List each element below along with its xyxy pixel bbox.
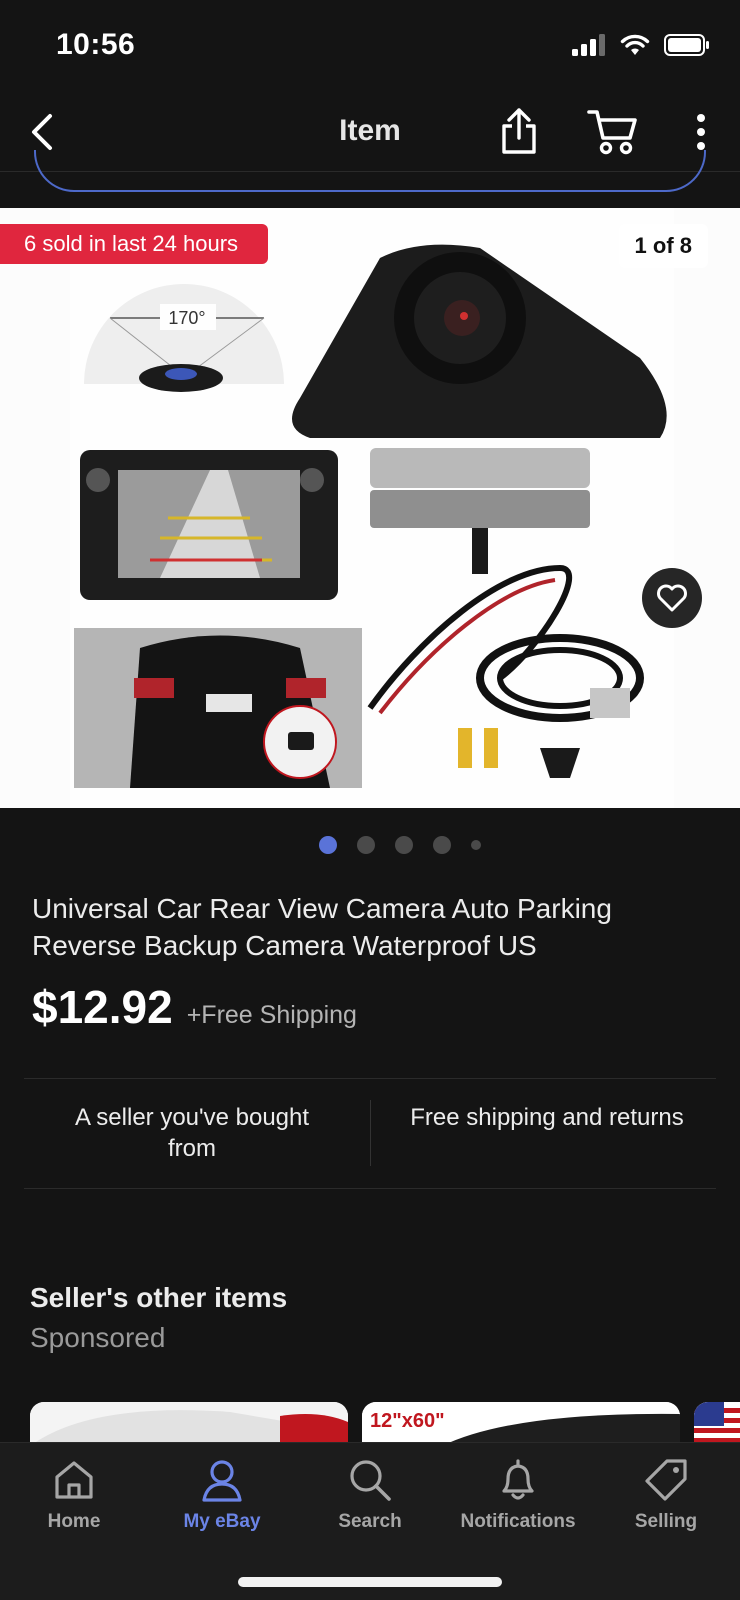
watch-button[interactable]: [642, 568, 702, 628]
tag-icon: [645, 1459, 687, 1501]
wifi-icon: [620, 34, 650, 55]
feature-separator: [370, 1100, 371, 1166]
tab-selling[interactable]: Selling: [592, 1457, 740, 1533]
battery-icon: [664, 34, 709, 56]
carousel-dot[interactable]: [395, 836, 413, 854]
search-icon: [350, 1460, 391, 1501]
seller-item-card[interactable]: [694, 1402, 740, 1446]
search-bar-edge: [34, 150, 706, 192]
status-bar: 10:56: [0, 0, 740, 92]
carousel-dot[interactable]: [319, 836, 337, 854]
shipping-note: +Free Shipping: [186, 1001, 357, 1029]
shipping-feature: Free shipping and returns: [410, 1104, 684, 1131]
heart-icon: [657, 584, 687, 612]
more-vertical-icon: [697, 114, 705, 150]
home-indicator: [238, 1577, 502, 1587]
price: $12.92: [32, 981, 173, 1033]
tab-label: Search: [338, 1511, 402, 1532]
home-icon: [55, 1461, 93, 1499]
tab-notifications[interactable]: Notifications: [444, 1457, 592, 1533]
status-icons: [572, 34, 710, 56]
product-title: Universal Car Rear View Camera Auto Park…: [32, 893, 612, 961]
product-image-carousel[interactable]: 170° 6 sold in last 24 hours 1 of 8: [0, 208, 740, 808]
price-row: $12.92 +Free Shipping: [32, 980, 357, 1034]
tab-home[interactable]: Home: [0, 1457, 148, 1533]
tab-label: Notifications: [460, 1511, 576, 1532]
share-button[interactable]: [494, 106, 544, 156]
seller-item-card[interactable]: [30, 1402, 348, 1446]
tab-label: Home: [47, 1511, 101, 1532]
carousel-dot[interactable]: [357, 836, 375, 854]
divider: [24, 1188, 716, 1189]
carousel-dot[interactable]: [471, 840, 481, 850]
cart-button[interactable]: [586, 106, 640, 156]
sold-count-badge: 6 sold in last 24 hours: [0, 224, 269, 264]
share-icon: [502, 108, 536, 154]
item-size-label: 12"x60": [370, 1410, 445, 1432]
seller-feature: A seller you've bought from: [74, 1104, 310, 1162]
tab-search[interactable]: Search: [296, 1457, 444, 1533]
sponsored-label: Sponsored: [30, 1322, 166, 1353]
carousel-dots: [0, 836, 740, 854]
tab-my-ebay[interactable]: My eBay: [148, 1457, 296, 1533]
us-flag-icon: [694, 1402, 740, 1446]
image-counter: 1 of 8: [618, 224, 708, 268]
person-icon: [202, 1460, 242, 1502]
status-time: 10:56: [56, 28, 136, 61]
cellular-signal-icon: [572, 34, 605, 56]
bell-icon: [502, 1459, 534, 1500]
product-image: 170°: [70, 208, 674, 808]
divider: [24, 1078, 716, 1079]
tab-label: My eBay: [183, 1511, 261, 1532]
seller-item-card[interactable]: 12"x60": [362, 1402, 680, 1446]
carousel-dot[interactable]: [433, 836, 451, 854]
section-title: Seller's other items: [30, 1282, 288, 1313]
item-thumbnail: [30, 1402, 348, 1446]
cart-icon: [587, 110, 637, 155]
more-options-button[interactable]: [686, 108, 716, 156]
angle-label: 170°: [168, 308, 205, 328]
bottom-tab-bar: Home My eBay Search Notifications Sellin…: [0, 1442, 740, 1600]
tab-label: Selling: [634, 1511, 698, 1532]
